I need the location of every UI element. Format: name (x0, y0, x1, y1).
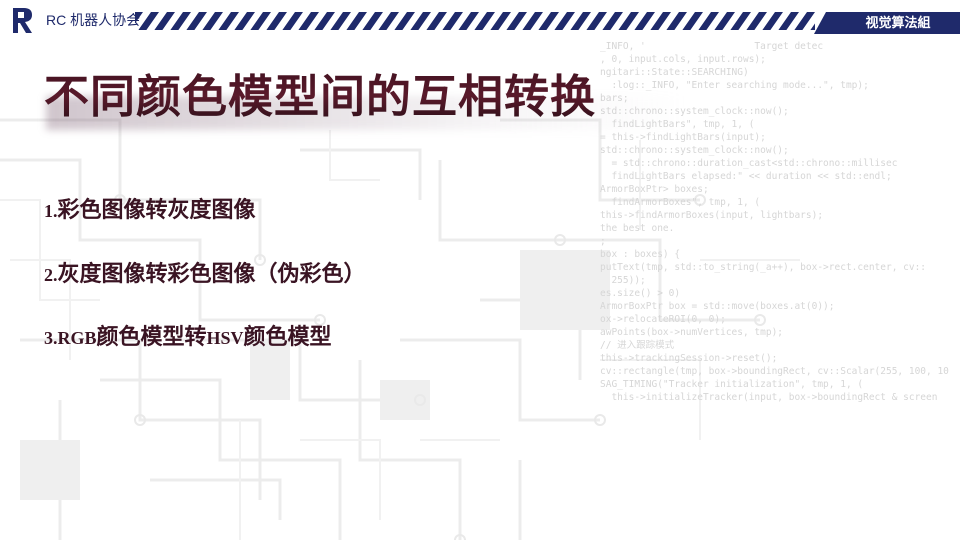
group-label: 视觉算法組 (865, 15, 931, 30)
item-number: 3. (44, 328, 58, 348)
code-line: findLightBars elapsed:" << duration << s… (600, 171, 892, 182)
code-line: ox->relocateROI(0, 0); (600, 314, 726, 325)
code-line: ngitari::State::SEARCHING) (600, 67, 749, 78)
code-line: 255)); (600, 275, 646, 286)
list-item-1: 1.彩色图像转灰度图像 (44, 192, 256, 224)
code-line: _INFO, ' Target detec (600, 41, 824, 52)
item-latin: HSV (206, 328, 244, 348)
rc-logo-icon (13, 8, 32, 33)
code-line: :log::_INFO, "Enter searching mode...", … (600, 80, 869, 91)
code-line: ; (600, 236, 606, 247)
item-number: 1. (44, 201, 58, 221)
header-bar: RC 机器人协会 视觉算法組 (0, 0, 960, 40)
slide-title: 不同颜色模型间的互相转换 (44, 60, 596, 125)
org-name: RC 机器人协会 (46, 12, 141, 28)
code-line: this->initializeTracker(input, box->boun… (600, 392, 938, 403)
code-line: , 0, input.cols, input.rows); (600, 54, 766, 65)
code-line: cv::rectangle(tmp, box->boundingRect, cv… (600, 366, 949, 377)
code-line: SAG_TIMING("Tracker initialization", tmp… (600, 379, 864, 390)
code-line: std::chrono::system_clock::now(); (600, 145, 789, 156)
item-middle: 颜色模型转 (96, 325, 207, 350)
code-line: // 进入跟踪模式 (600, 340, 675, 351)
item-text: 彩色图像转灰度图像 (57, 198, 256, 223)
code-line: = std::chrono::duration_cast<std::chrono… (600, 158, 898, 169)
code-line: = this->findLightBars(input); (600, 132, 766, 143)
item-text: 灰度图像转彩色图像（伪彩色） (57, 262, 366, 287)
code-line: putText(tmp, std::to_string(_a++), box->… (600, 262, 927, 273)
code-line: this->trackingSession->reset(); (600, 353, 778, 364)
item-suffix: 颜色模型 (243, 325, 332, 350)
code-line: awPoints(box->numVertices, tmp); (600, 327, 784, 338)
header-stripes (135, 12, 815, 30)
list-item-3: 3.RGB颜色模型转HSV颜色模型 (44, 319, 332, 351)
code-line: the best one. (600, 223, 675, 234)
code-line: ArmorBoxPtr box = std::move(boxes.at(0))… (600, 301, 835, 312)
item-prefix: RGB (57, 328, 97, 348)
slide: _INFO, ' Target detec , 0, input.cols, in… (0, 0, 960, 540)
item-number: 2. (44, 265, 58, 285)
list-item-2: 2.灰度图像转彩色图像（伪彩色） (44, 256, 366, 288)
code-line: this->findArmorBoxes(input, lightbars); (600, 210, 824, 221)
code-line: findArmorBoxes", tmp, 1, ( (600, 197, 761, 208)
code-line: ArmorBoxPtr> boxes; (600, 184, 709, 195)
code-line: box : boxes) { (600, 249, 681, 260)
code-line: es.size() > 0) (600, 288, 681, 299)
